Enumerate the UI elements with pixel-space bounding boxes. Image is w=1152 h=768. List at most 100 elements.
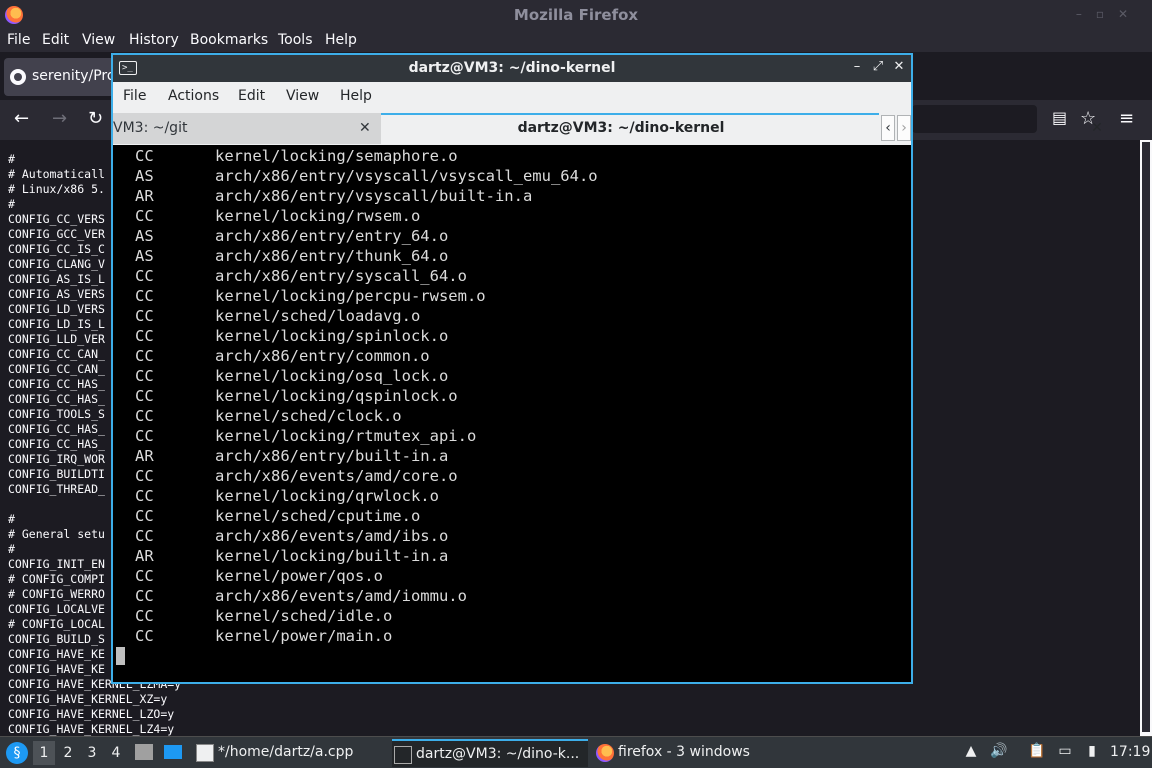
firefox-titlebar: Mozilla Firefox –▫✕ — [0, 0, 1152, 30]
term-menu-file[interactable]: File — [123, 88, 146, 104]
taskbar: § 1 2 3 4 */home/dartz/a.cpp dartz@VM3: … — [0, 736, 1152, 768]
build-step: CC — [135, 207, 154, 225]
build-target: arch/x86/events/amd/ibs.o — [215, 527, 449, 545]
file-manager-icon[interactable] — [135, 744, 153, 760]
build-step: CC — [135, 147, 154, 165]
firefox-menubar: File Edit View History Bookmarks Tools H… — [0, 30, 1152, 52]
maximize-icon[interactable]: ⤢ — [870, 59, 886, 74]
terminal-cursor — [116, 647, 125, 665]
build-target: kernel/locking/spinlock.o — [215, 327, 449, 345]
task-editor-label: */home/dartz/a.cpp — [218, 744, 354, 760]
build-step: AS — [135, 247, 154, 265]
clipboard-icon[interactable]: 📋 — [1028, 743, 1046, 761]
build-target: arch/x86/events/amd/core.o — [215, 467, 458, 485]
term-menu-help[interactable]: Help — [340, 88, 372, 104]
build-target: kernel/sched/cputime.o — [215, 507, 421, 525]
build-target: kernel/locking/rwsem.o — [215, 207, 421, 225]
close-icon[interactable]: ✕ — [891, 59, 907, 74]
build-target: kernel/locking/qspinlock.o — [215, 387, 458, 405]
task-firefox[interactable]: firefox - 3 windows — [594, 739, 794, 767]
build-target: arch/x86/entry/thunk_64.o — [215, 247, 449, 265]
workspace-3[interactable]: 3 — [81, 741, 103, 765]
build-step: AR — [135, 447, 154, 465]
build-target: kernel/sched/clock.o — [215, 407, 402, 425]
term-menu-edit[interactable]: Edit — [238, 88, 265, 104]
build-step: CC — [135, 627, 154, 645]
build-target: kernel/power/main.o — [215, 627, 393, 645]
firefox-scrollbar[interactable] — [1142, 142, 1150, 732]
build-step: AS — [135, 167, 154, 185]
build-step: CC — [135, 427, 154, 445]
tab-dino-kernel-label: dartz@VM3: ~/dino-kernel — [517, 120, 725, 136]
tray-up-arrow-icon[interactable]: ▲ — [962, 743, 980, 761]
tab-scroll-left-icon[interactable]: ‹ — [881, 115, 895, 141]
workspace-4[interactable]: 4 — [105, 741, 127, 765]
build-step: CC — [135, 527, 154, 545]
ff-menu-edit[interactable]: Edit — [42, 32, 69, 48]
build-step: AR — [135, 547, 154, 565]
build-target: kernel/sched/loadavg.o — [215, 307, 421, 325]
task-editor[interactable]: */home/dartz/a.cpp — [194, 739, 384, 767]
build-step: CC — [135, 487, 154, 505]
terminal-titlebar[interactable]: >_ dartz@VM3: ~/dino-kernel – ⤢ ✕ — [113, 55, 911, 82]
terminal-tabbar: VM3: ~/git ✕ dartz@VM3: ~/dino-kernel ✕ … — [113, 112, 1103, 145]
show-desktop-icon[interactable] — [164, 745, 182, 759]
firefox-window-title: Mozilla Firefox — [513, 6, 639, 24]
workspace-2[interactable]: 2 — [57, 741, 79, 765]
build-target: arch/x86/entry/vsyscall/built-in.a — [215, 187, 533, 205]
terminal-task-icon — [394, 746, 412, 764]
build-target: kernel/locking/rtmutex_api.o — [215, 427, 477, 445]
start-menu-icon[interactable]: § — [6, 742, 28, 764]
ff-menu-tools[interactable]: Tools — [278, 32, 313, 48]
build-target: kernel/locking/built-in.a — [215, 547, 449, 565]
task-terminal-label: dartz@VM3: ~/dino-k... — [416, 746, 580, 762]
ff-menu-history[interactable]: History — [129, 32, 179, 48]
build-step: CC — [135, 587, 154, 605]
firefox-window-controls[interactable]: –▫✕ — [1076, 7, 1142, 21]
tab-git[interactable]: VM3: ~/git ✕ — [113, 113, 381, 144]
build-step: CC — [135, 287, 154, 305]
ff-menu-help[interactable]: Help — [325, 32, 357, 48]
build-target: kernel/locking/percpu-rwsem.o — [215, 287, 486, 305]
build-step: CC — [135, 387, 154, 405]
firefox-tab-title: serenity/Pro — [32, 68, 116, 84]
build-step: CC — [135, 347, 154, 365]
build-target: arch/x86/events/amd/iommu.o — [215, 587, 467, 605]
build-target: arch/x86/entry/entry_64.o — [215, 227, 449, 245]
build-step: CC — [135, 507, 154, 525]
build-target: arch/x86/entry/vsyscall/vsyscall_emu_64.… — [215, 167, 598, 185]
terminal-output[interactable]: CC kernel/locking/semaphore.o AS arch/x86/e… — [113, 145, 911, 682]
back-icon[interactable]: ← — [14, 108, 29, 129]
build-step: CC — [135, 327, 154, 345]
build-step: CC — [135, 567, 154, 585]
reload-icon[interactable]: ↻ — [88, 108, 103, 129]
volume-icon[interactable]: 🔊 — [990, 743, 1008, 761]
minimize-icon[interactable]: – — [849, 59, 865, 74]
build-target: arch/x86/entry/common.o — [215, 347, 430, 365]
build-target: kernel/power/qos.o — [215, 567, 383, 585]
network-icon[interactable]: ▭ — [1056, 743, 1074, 761]
ff-menu-file[interactable]: File — [7, 32, 30, 48]
ff-menu-view[interactable]: View — [82, 32, 115, 48]
tab-git-close-icon[interactable]: ✕ — [359, 120, 371, 136]
tab-git-label: VM3: ~/git — [113, 120, 188, 136]
build-step: CC — [135, 467, 154, 485]
build-target: kernel/locking/qrwlock.o — [215, 487, 439, 505]
term-menu-actions[interactable]: Actions — [168, 88, 219, 104]
term-menu-view[interactable]: View — [286, 88, 319, 104]
github-icon — [10, 69, 26, 85]
clock[interactable]: 17:19 — [1110, 744, 1150, 760]
build-step: AS — [135, 227, 154, 245]
ff-menu-bookmarks[interactable]: Bookmarks — [190, 32, 268, 48]
build-target: kernel/sched/idle.o — [215, 607, 393, 625]
build-step: CC — [135, 607, 154, 625]
workspace-1[interactable]: 1 — [33, 741, 55, 765]
tab-scroll-right-icon[interactable]: › — [897, 115, 911, 141]
build-target: kernel/locking/semaphore.o — [215, 147, 458, 165]
forward-icon[interactable]: → — [52, 108, 67, 129]
tab-dino-kernel[interactable]: dartz@VM3: ~/dino-kernel ✕ — [381, 113, 1103, 144]
build-target: kernel/locking/osq_lock.o — [215, 367, 449, 385]
text-editor-icon — [196, 744, 214, 762]
battery-icon[interactable]: ▮ — [1083, 743, 1101, 761]
task-terminal[interactable]: dartz@VM3: ~/dino-k... — [392, 739, 588, 767]
